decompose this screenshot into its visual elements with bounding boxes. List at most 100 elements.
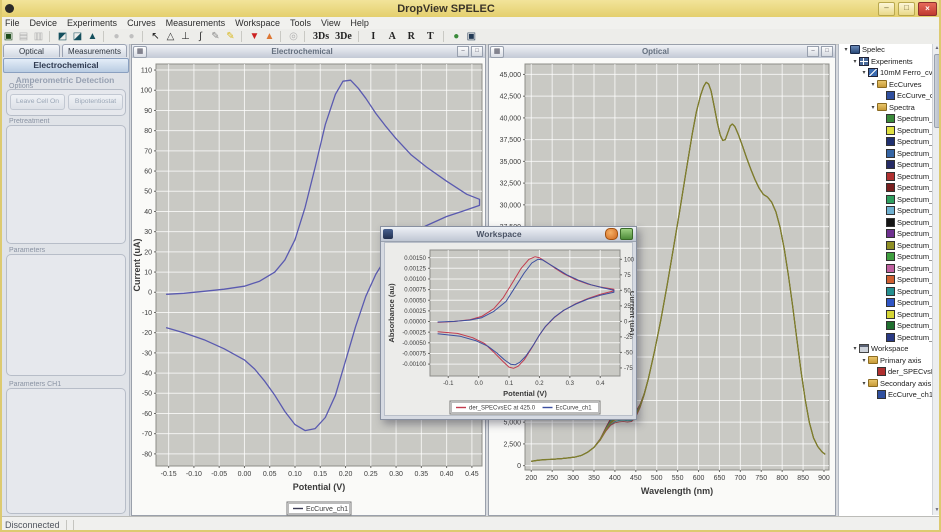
target-button[interactable]: ◎ [287,30,300,43]
workspace-window-titlebar[interactable]: Workspace [381,227,636,242]
tree-item-workspace[interactable]: ▾Workspace [839,343,941,355]
svg-text:Wavelength (nm): Wavelength (nm) [641,486,713,496]
scroll-down-icon[interactable]: ▼ [933,506,941,515]
pause-button[interactable]: ● [125,30,138,43]
tree-item-der-specvsec-at-4[interactable]: der_SPECvsEC at 4 [839,366,941,378]
tree-item-spectrum-33[interactable]: Spectrum_33 [839,205,941,217]
text-button[interactable]: T [422,30,439,43]
highlight-tool-button[interactable]: ✎ [224,30,237,43]
tree-item-spectrum-21[interactable]: Spectrum_21 [839,171,941,183]
measure-button[interactable]: ● [450,30,463,43]
svg-text:-70: -70 [142,431,152,438]
svg-text:700: 700 [735,475,747,482]
tree-expander-icon[interactable]: ▾ [842,46,850,53]
tree-item-spectrum-49[interactable]: Spectrum_49 [839,251,941,263]
menu-curves[interactable]: Curves [122,18,161,28]
tree-item-spectrum-53[interactable]: Spectrum_53 [839,263,941,275]
reset-button[interactable]: R [403,30,420,43]
autoscale-button[interactable]: A [384,30,401,43]
tree-expander-icon[interactable]: ▾ [869,104,877,111]
tree-item-secondary-axis[interactable]: ▾Secondary axis [839,378,941,390]
tree-item-spectrum-41[interactable]: Spectrum_41 [839,228,941,240]
tree-item-spectrum-1[interactable]: Spectrum_1 [839,113,941,125]
interval-button[interactable]: I [365,30,382,43]
menu-experiments[interactable]: Experiments [62,18,122,28]
tree-item-spelec[interactable]: ▾Spelec [839,44,941,56]
tree-item-eccurves[interactable]: ▾EcCurves [839,79,941,91]
axes-tool-button[interactable]: ⊥ [179,30,192,43]
3d-end-button[interactable]: 3De [333,30,354,43]
minimize-button[interactable]: – [878,2,895,16]
window-minimize-icon[interactable]: – [807,46,819,57]
svg-text:110: 110 [141,68,152,75]
menu-measurements[interactable]: Measurements [161,18,231,28]
spectrometer-button[interactable]: ▲ [86,30,99,43]
tree-item-spectrum-61[interactable]: Spectrum_61 [839,286,941,298]
tree-item-10mm-ferro-cv1[interactable]: ▾10mM Ferro_cv1 [839,67,941,79]
tree-item-spectrum-73[interactable]: Spectrum_73 [839,320,941,332]
menu-tools[interactable]: Tools [285,18,316,28]
tree-item-spectrum-45[interactable]: Spectrum_45 [839,240,941,252]
tree-item-primary-axis[interactable]: ▾Primary axis [839,355,941,367]
tree-expander-icon[interactable]: ▾ [869,81,877,88]
sidebar: Optical Measurements Electrochemical Amp… [2,44,130,516]
leave-cell-on-button[interactable]: Leave Cell On [10,94,65,110]
panel-menu-icon[interactable]: ▦ [490,46,504,58]
snapshot-button[interactable]: ▣ [465,30,478,43]
tree-scrollbar[interactable]: ▲ ▼ [932,44,941,515]
tree-item-spectrum-13[interactable]: Spectrum_13 [839,148,941,160]
menu-view[interactable]: View [316,18,345,28]
zoom-tool-button[interactable]: △ [164,30,177,43]
integral-tool-button[interactable]: ∫ [194,30,207,43]
save-button[interactable]: ▤ [17,30,30,43]
tree-item-spectrum-69[interactable]: Spectrum_69 [839,309,941,321]
tree-item-spectrum-5[interactable]: Spectrum_5 [839,125,941,137]
electrochemical-mode-button[interactable]: Electrochemical [3,58,129,73]
menu-help[interactable]: Help [345,18,374,28]
scroll-up-icon[interactable]: ▲ [933,44,941,53]
tree-expander-icon[interactable]: ▾ [860,357,868,364]
tab-optical[interactable]: Optical [3,44,60,57]
tree-item-spectrum-29[interactable]: Spectrum_29 [839,194,941,206]
tree-item-spectrum-9[interactable]: Spectrum_9 [839,136,941,148]
device-ec-button[interactable]: ◩ [56,30,69,43]
window-maximize-icon[interactable]: □ [471,46,483,57]
tree-item-spectrum-17[interactable]: Spectrum_17 [839,159,941,171]
tree-expander-icon[interactable]: ▾ [860,380,868,387]
tree-item-spectrum-65[interactable]: Spectrum_65 [839,297,941,309]
pointer-tool-button[interactable]: ↖ [149,30,162,43]
bipotentiostat-button[interactable]: Bipotentiostat [68,94,123,110]
close-button[interactable]: × [918,2,937,16]
toolbar-separator [358,31,359,42]
menu-file[interactable]: File [0,18,25,28]
new-session-button[interactable]: ▣ [2,30,15,43]
record-button[interactable]: ● [110,30,123,43]
peak-min-button[interactable]: ▼ [248,30,261,43]
open-button[interactable]: ▥ [32,30,45,43]
menu-workspace[interactable]: Workspace [230,18,285,28]
3d-start-button[interactable]: 3Ds [311,30,331,43]
tree-item-eccurve-ch1[interactable]: EcCurve_ch1 [839,90,941,102]
peak-max-button[interactable]: ▲ [263,30,276,43]
tree-item-experiments[interactable]: ▾Experiments [839,56,941,68]
tree-expander-icon[interactable]: ▾ [851,345,859,352]
tree-scrollbar-thumb[interactable] [934,54,941,128]
panel-menu-icon[interactable]: ▦ [133,46,147,58]
annotate-tool-button[interactable]: ✎ [209,30,222,43]
menu-device[interactable]: Device [25,18,63,28]
tab-measurements[interactable]: Measurements [62,44,127,57]
device-spec-button[interactable]: ◪ [71,30,84,43]
window-maximize-icon[interactable]: □ [821,46,833,57]
tree-item-spectra[interactable]: ▾Spectra [839,102,941,114]
tree-item-spectrum-25[interactable]: Spectrum_25 [839,182,941,194]
tree-item-spectrum-77[interactable]: Spectrum_77 [839,332,941,344]
tree-item-spectrum-57[interactable]: Spectrum_57 [839,274,941,286]
tree-expander-icon[interactable]: ▾ [851,58,859,65]
maximize-button[interactable]: □ [898,2,915,16]
workspace-minimize-button[interactable] [605,228,618,240]
window-minimize-icon[interactable]: – [457,46,469,57]
tree-item-eccurve-ch1[interactable]: EcCurve_ch1 [839,389,941,401]
tree-item-spectrum-37[interactable]: Spectrum_37 [839,217,941,229]
tree-expander-icon[interactable]: ▾ [860,69,868,76]
workspace-close-button[interactable] [620,228,633,240]
